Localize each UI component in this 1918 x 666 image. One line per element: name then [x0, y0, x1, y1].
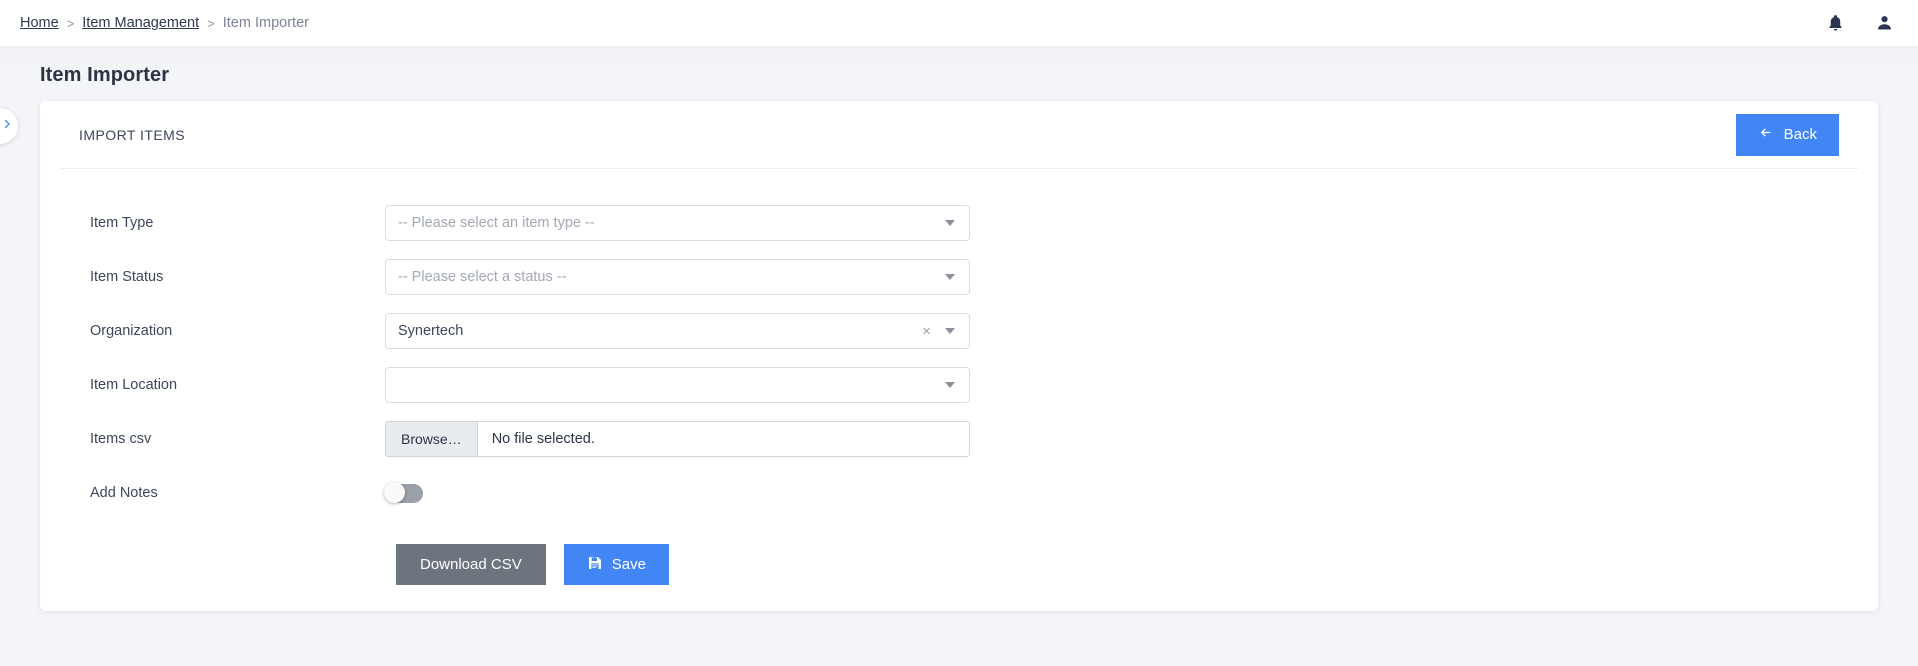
- page-body: Item Importer IMPORT ITEMS Back Item Typ…: [0, 46, 1918, 666]
- form-row-item-type: Item Type -- Please select an item type …: [79, 201, 1839, 245]
- form-row-add-notes: Add Notes: [79, 471, 1839, 515]
- form-actions: Download CSV Save: [79, 544, 1839, 585]
- download-csv-button[interactable]: Download CSV: [396, 544, 546, 585]
- card-header-title: IMPORT ITEMS: [79, 126, 186, 143]
- file-input[interactable]: Browse… No file selected.: [385, 421, 970, 457]
- organization-label: Organization: [90, 323, 173, 339]
- item-status-label: Item Status: [90, 269, 164, 285]
- card-header: IMPORT ITEMS Back: [60, 101, 1858, 169]
- breadcrumb: Home > Item Management > Item Importer: [20, 15, 309, 31]
- add-notes-toggle[interactable]: [384, 482, 423, 503]
- sidebar-expand-button[interactable]: [0, 108, 18, 144]
- chevron-down-icon[interactable]: [945, 328, 955, 334]
- breadcrumb-current: Item Importer: [222, 15, 309, 31]
- item-type-select[interactable]: -- Please select an item type --: [385, 205, 970, 241]
- organization-select[interactable]: Synertech ×: [385, 313, 970, 349]
- add-notes-control: [384, 482, 970, 503]
- save-button-label: Save: [611, 556, 646, 573]
- page-title: Item Importer: [40, 64, 170, 86]
- chevron-right-icon: [1, 117, 13, 135]
- item-status-control: -- Please select a status --: [385, 259, 970, 295]
- import-form: Item Type -- Please select an item type …: [60, 169, 1858, 585]
- item-status-select[interactable]: -- Please select a status --: [385, 259, 970, 295]
- form-row-item-status: Item Status -- Please select a status --: [79, 255, 1839, 299]
- browse-button[interactable]: Browse…: [386, 422, 478, 456]
- top-navbar: Home > Item Management > Item Importer: [0, 0, 1918, 46]
- form-row-items-csv: Items csv Browse… No file selected.: [79, 417, 1839, 461]
- organization-value: Synertech: [398, 323, 464, 339]
- import-items-card: IMPORT ITEMS Back Item Type -- Please se…: [40, 101, 1878, 611]
- item-type-value: -- Please select an item type --: [398, 215, 595, 231]
- item-type-control: -- Please select an item type --: [385, 205, 970, 241]
- form-row-organization: Organization Synertech ×: [79, 309, 1839, 353]
- download-csv-label: Download CSV: [420, 556, 522, 573]
- back-button[interactable]: Back: [1735, 113, 1839, 156]
- item-status-select-tools: [945, 274, 959, 280]
- breadcrumb-home[interactable]: Home: [20, 15, 59, 31]
- add-notes-label: Add Notes: [90, 485, 158, 501]
- toggle-knob: [384, 482, 405, 503]
- chevron-down-icon[interactable]: [945, 220, 955, 226]
- breadcrumb-item-management[interactable]: Item Management: [82, 15, 199, 31]
- form-row-item-location: Item Location: [79, 363, 1839, 407]
- organization-control: Synertech ×: [385, 313, 970, 349]
- navbar-actions: [1826, 13, 1894, 33]
- save-button[interactable]: Save: [563, 544, 669, 585]
- floppy-disk-icon: [587, 555, 603, 575]
- breadcrumb-separator: >: [66, 15, 75, 31]
- close-icon[interactable]: ×: [922, 324, 931, 339]
- file-status-text: No file selected.: [491, 431, 595, 447]
- item-type-label: Item Type: [90, 215, 154, 231]
- bell-icon[interactable]: [1826, 13, 1845, 33]
- item-location-select[interactable]: [385, 367, 970, 403]
- back-button-label: Back: [1783, 126, 1817, 143]
- chevron-down-icon[interactable]: [945, 274, 955, 280]
- item-type-select-tools: [945, 220, 959, 226]
- arrow-left-icon: [1758, 126, 1773, 143]
- item-location-control: [385, 367, 970, 403]
- chevron-down-icon[interactable]: [945, 382, 955, 388]
- breadcrumb-separator: >: [207, 15, 215, 31]
- item-location-label: Item Location: [90, 377, 178, 393]
- item-status-value: -- Please select a status --: [398, 269, 567, 285]
- user-icon[interactable]: [1875, 13, 1894, 33]
- items-csv-control: Browse… No file selected.: [385, 421, 970, 457]
- item-location-select-tools: [945, 382, 959, 388]
- items-csv-label: Items csv: [90, 431, 152, 447]
- organization-select-tools: ×: [922, 324, 959, 339]
